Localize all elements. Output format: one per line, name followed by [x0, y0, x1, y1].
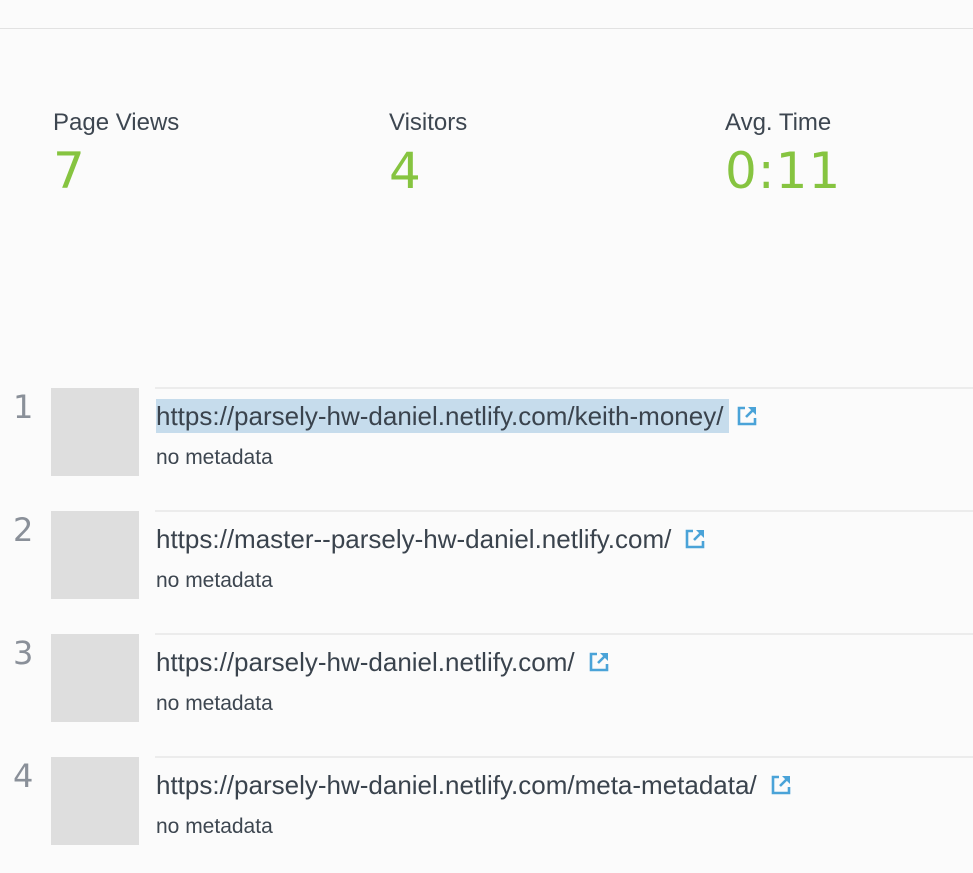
- metadata-note: no metadata: [156, 446, 273, 469]
- stat-visitors: Visitors 4: [389, 108, 467, 200]
- external-link-icon[interactable]: [587, 650, 611, 674]
- row-divider: [155, 756, 973, 758]
- external-link-icon[interactable]: [683, 527, 707, 551]
- metadata-note: no metadata: [156, 569, 273, 592]
- row-divider: [155, 510, 973, 512]
- header-divider: [0, 28, 973, 29]
- list-item: 4 https://parsely-hw-daniel.netlify.com/…: [0, 756, 973, 873]
- external-link-icon[interactable]: [769, 773, 793, 797]
- page-thumbnail[interactable]: [51, 757, 139, 845]
- top-pages-list: 1 https://parsely-hw-daniel.netlify.com/…: [0, 387, 973, 873]
- metadata-note: no metadata: [156, 815, 273, 838]
- page-url-link[interactable]: https://parsely-hw-daniel.netlify.com/: [156, 645, 581, 679]
- page-url-link[interactable]: https://parsely-hw-daniel.netlify.com/me…: [156, 768, 763, 802]
- page-thumbnail[interactable]: [51, 634, 139, 722]
- stat-avg-time: Avg. Time 0:11: [725, 108, 841, 200]
- url-line: https://parsely-hw-daniel.netlify.com/: [156, 645, 611, 679]
- page-url-link[interactable]: https://parsely-hw-daniel.netlify.com/ke…: [156, 399, 730, 433]
- row-divider: [155, 633, 973, 635]
- rank-number: 1: [13, 388, 34, 426]
- rank-number: 2: [13, 511, 34, 549]
- stat-label: Page Views: [53, 109, 180, 136]
- row-divider: [155, 387, 973, 389]
- stat-value: 7: [53, 142, 86, 200]
- url-line: https://parsely-hw-daniel.netlify.com/me…: [156, 768, 793, 802]
- stat-label: Avg. Time: [725, 109, 832, 136]
- stat-value: 4: [389, 142, 422, 200]
- list-item: 1 https://parsely-hw-daniel.netlify.com/…: [0, 387, 973, 510]
- page-thumbnail[interactable]: [51, 388, 139, 476]
- stat-label: Visitors: [389, 109, 468, 136]
- rank-number: 4: [13, 757, 34, 795]
- analytics-panel: Page Views 7 Visitors 4 Avg. Time 0:11 1…: [0, 0, 973, 873]
- list-item: 3 https://parsely-hw-daniel.netlify.com/…: [0, 633, 973, 756]
- stat-value: 0:11: [725, 142, 842, 200]
- list-item: 2 https://master--parsely-hw-daniel.netl…: [0, 510, 973, 633]
- page-url-link[interactable]: https://master--parsely-hw-daniel.netlif…: [156, 522, 677, 556]
- url-line: https://master--parsely-hw-daniel.netlif…: [156, 522, 707, 556]
- page-thumbnail[interactable]: [51, 511, 139, 599]
- external-link-icon[interactable]: [735, 404, 759, 428]
- url-line: https://parsely-hw-daniel.netlify.com/ke…: [156, 399, 759, 433]
- rank-number: 3: [13, 634, 34, 672]
- metadata-note: no metadata: [156, 692, 273, 715]
- stat-page-views: Page Views 7: [53, 108, 179, 200]
